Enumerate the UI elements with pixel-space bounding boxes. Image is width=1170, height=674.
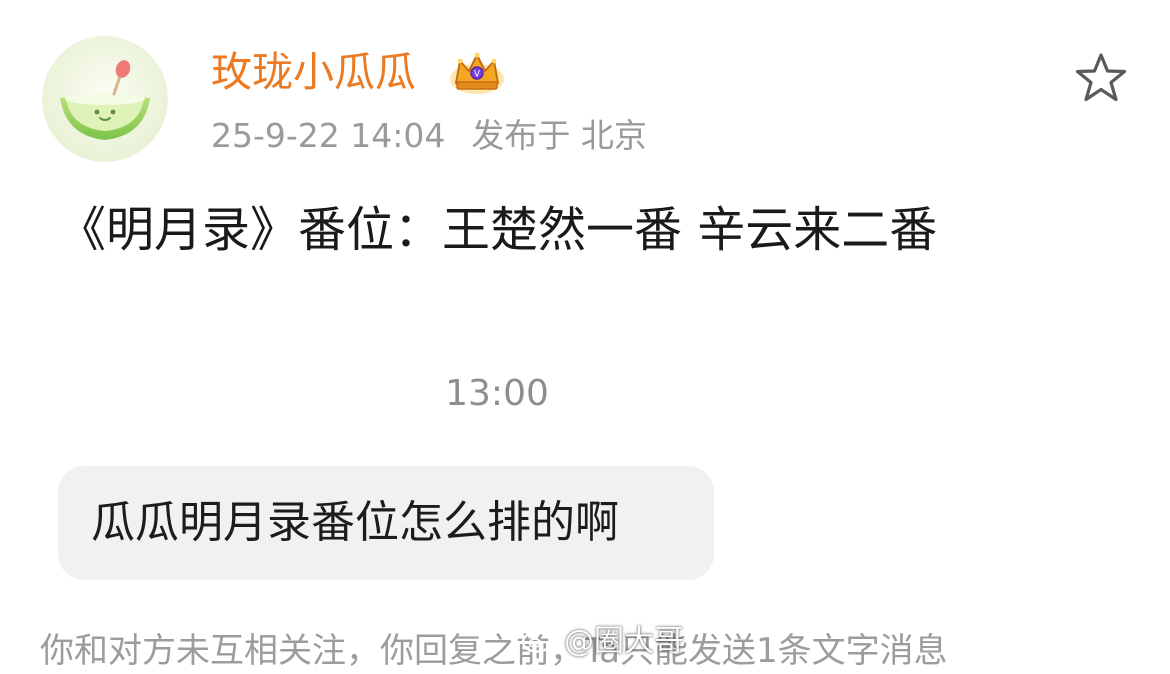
melon-avatar-icon (42, 36, 168, 162)
star-outline-icon[interactable] (1074, 52, 1128, 104)
post-content: 《明月录》番位：王楚然一番 辛云来二番 (58, 202, 938, 258)
crown-badge-icon: V (450, 52, 504, 94)
chat-timestamp: 13:00 (445, 373, 549, 414)
message-bubble[interactable]: 瓜瓜明月录番位怎么排的啊 (58, 466, 714, 580)
post-meta: 25-9-22 14:04 发布于 北京 (211, 114, 647, 158)
author-name[interactable]: 玫珑小瓜瓜 (211, 44, 416, 100)
svg-text:V: V (474, 70, 481, 80)
post-timestamp: 25-9-22 14:04 (211, 116, 446, 155)
post-location: 北京 (580, 116, 647, 155)
follow-notice: 你和对方未互相关注，你回复之前，Ta只能发送1条文字消息 (40, 631, 948, 671)
location-prefix: 发布于 (471, 116, 571, 155)
watermark-text: @圈大哥 (564, 624, 684, 659)
watermark: @圈大哥 (520, 616, 684, 660)
message-text: 瓜瓜明月录番位怎么排的啊 (91, 497, 619, 548)
author-avatar[interactable] (42, 36, 168, 162)
weibo-logo-icon (521, 625, 558, 653)
